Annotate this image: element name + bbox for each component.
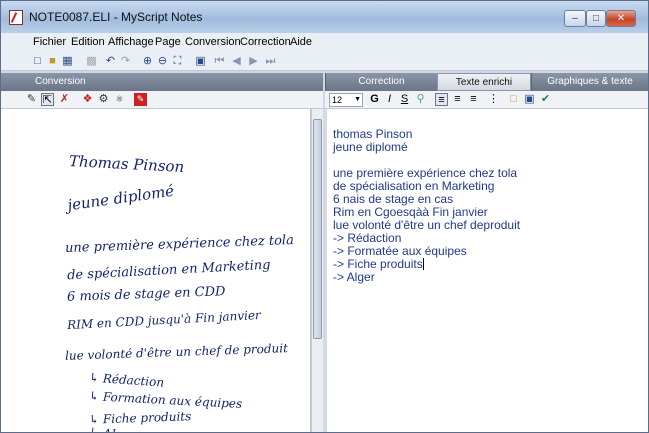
pen-icon[interactable]: ✎ (25, 93, 38, 106)
bullet-list-icon[interactable]: ⋮ (487, 93, 500, 106)
menu-fichier[interactable]: Fichier (33, 36, 66, 48)
title-bar: NOTE0087.ELI - MyScript Notes – □ ✕ (1, 1, 648, 33)
eraser-icon[interactable]: ✗ (58, 93, 71, 106)
options-icon[interactable]: ⚛ (113, 93, 126, 106)
menu-edition[interactable]: Edition (71, 36, 105, 48)
redo-icon[interactable]: ↷ (119, 55, 132, 68)
ink-line: ↳ Rédaction (88, 370, 165, 390)
conversion-header-label: Conversion (35, 76, 86, 87)
ink-line: lue volonté d'être un chef de produit (64, 341, 289, 363)
ink-line: ↳ Fiche produits (88, 409, 192, 427)
window-title: NOTE0087.ELI - MyScript Notes (29, 10, 203, 24)
align-center-icon[interactable]: ≡ (451, 93, 464, 106)
ink-line: de spécialisation en Marketing (66, 257, 271, 284)
text-line: -> Formatée aux équipes (333, 244, 467, 258)
chevron-down-icon: ▼ (354, 96, 361, 103)
recognize-icon[interactable]: ⚙ (97, 93, 110, 106)
font-size-select[interactable]: 12 ▼ (329, 93, 363, 107)
text-line: thomas Pinson (333, 127, 413, 141)
selection-icon[interactable]: ⇱ (41, 93, 54, 106)
menu-conversion[interactable]: Conversion (185, 36, 241, 48)
text-line: -> Rédaction (333, 231, 402, 245)
find-icon[interactable]: ⚲ (414, 93, 427, 106)
conversion-toolbar: ✎ ⇱ ✗ ❖ ⚙ ⚛ ✎ (1, 91, 323, 109)
ink-scrollbar[interactable] (311, 109, 323, 432)
align-right-icon[interactable]: ≡ (467, 93, 480, 106)
ink-canvas[interactable]: Thomas Pinson jeune diplomé une première… (1, 109, 311, 432)
main-toolbar: □ ■ ▦ ▩ ↶ ↷ ⊕ ⊖ ⛶ ▣ ⏮ ◀ ▶ ⏭ (1, 52, 648, 71)
first-page-icon[interactable]: ⏮ (213, 55, 226, 68)
menu-affichage[interactable]: Affichage (108, 36, 154, 48)
text-line: de spécialisation en Marketing (333, 179, 495, 193)
tab-correction[interactable]: Correction (325, 73, 437, 91)
pdf-icon[interactable]: ✎ (134, 93, 147, 106)
text-line: lue volonté d'être un chef deproduit (333, 218, 521, 232)
conversion-panel-header: Conversion (1, 73, 323, 91)
text-line: jeune diplomé (333, 140, 408, 154)
text-line: 6 nais de stage en cas (333, 192, 454, 206)
text-line: -> Fiche produits (333, 257, 424, 271)
font-size-value: 12 (332, 95, 343, 105)
save-icon[interactable]: ▦ (61, 55, 74, 68)
spellcheck-icon[interactable]: ✔ (539, 93, 552, 106)
fit-page-icon[interactable]: ⛶ (171, 55, 184, 68)
text-line: Rim en Cgoesqàà Fin janvier (333, 205, 488, 219)
new-icon[interactable]: □ (31, 55, 44, 68)
maximize-button[interactable]: □ (586, 10, 606, 27)
menu-correction[interactable]: Correction (240, 36, 291, 48)
converted-text-area[interactable]: thomas Pinson jeune diplomé une première… (327, 109, 648, 432)
ink-line: jeune diplomé (66, 181, 176, 215)
menu-bar: Fichier Edition Affichage Page Conversio… (1, 33, 648, 52)
ink-line: une première expérience chez tola (64, 233, 295, 256)
undo-icon[interactable]: ↶ (104, 55, 117, 68)
image-icon[interactable]: ▣ (523, 93, 536, 106)
page-number-icon[interactable]: ▣ (194, 55, 207, 68)
scroll-thumb[interactable] (313, 119, 322, 339)
open-icon[interactable]: ■ (46, 55, 59, 68)
underline-icon[interactable]: S (398, 93, 411, 106)
menu-aide[interactable]: Aide (290, 36, 312, 48)
last-page-icon[interactable]: ⏭ (264, 55, 277, 68)
ink-line: Thomas Pinson (68, 151, 185, 177)
next-page-icon[interactable]: ▶ (247, 55, 260, 68)
text-line-content: -> Fiche produits (333, 257, 423, 271)
ink-line: RIM en CDD jusqu'à Fin janvier (66, 307, 262, 333)
minimize-button[interactable]: – (564, 10, 586, 27)
print-icon[interactable]: ▩ (85, 55, 98, 68)
italic-icon[interactable]: I (383, 93, 396, 106)
tab-graphiques-texte[interactable]: Graphiques & texte (531, 73, 648, 91)
menu-page[interactable]: Page (155, 36, 181, 48)
zoom-in-icon[interactable]: ⊕ (141, 55, 154, 68)
text-line: une première expérience chez tola (333, 166, 518, 180)
text-line: -> Alger (333, 270, 375, 284)
zoom-out-icon[interactable]: ⊖ (156, 55, 169, 68)
previous-page-icon[interactable]: ◀ (230, 55, 243, 68)
convert-icon[interactable]: ❖ (81, 93, 94, 106)
app-icon (9, 10, 23, 25)
rich-text-toolbar: 12 ▼ G I S ⚲ ≡ ≡ ≡ ⋮ □ ▣ ✔ (325, 91, 648, 109)
ink-line: 6 mois de stage en CDD (66, 284, 226, 305)
close-button[interactable]: ✕ (606, 10, 636, 27)
align-left-icon[interactable]: ≡ (435, 93, 448, 106)
insert-icon[interactable]: □ (507, 93, 520, 106)
tab-texte-enrichi[interactable]: Texte enrichi (437, 73, 531, 91)
text-caret (422, 258, 424, 270)
ink-line: ↳ Alger (88, 425, 136, 432)
app-window: NOTE0087.ELI - MyScript Notes – □ ✕ Fich… (0, 0, 649, 433)
bold-icon[interactable]: G (368, 93, 381, 106)
ink-line: ↳ Formation aux équipes (88, 389, 243, 411)
